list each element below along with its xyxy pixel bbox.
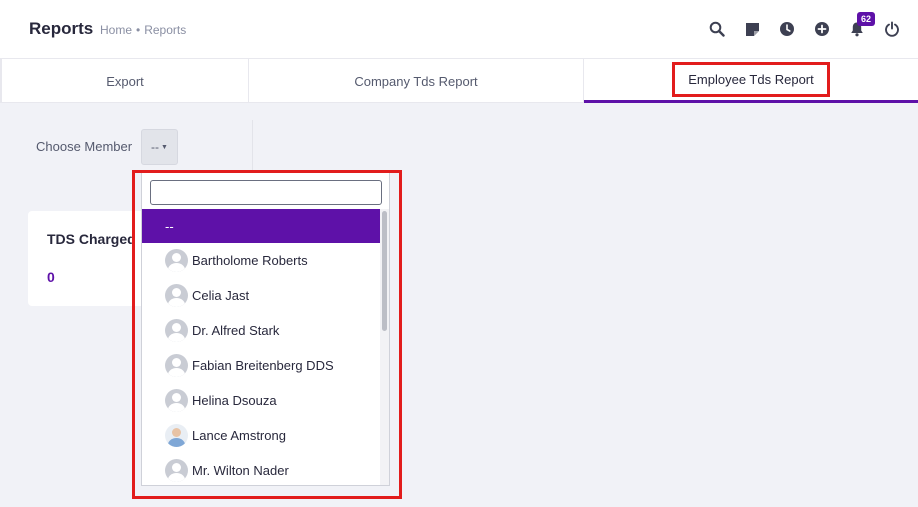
tds-charged-value: 0 xyxy=(47,269,55,285)
tds-charged-title: TDS Charged xyxy=(47,231,136,247)
member-select[interactable]: -- ▼ xyxy=(141,129,178,165)
report-tabs: Export Company Tds Report Employee Tds R… xyxy=(0,59,918,103)
notification-badge: 62 xyxy=(857,12,876,26)
choose-member-label: Choose Member xyxy=(36,139,133,154)
breadcrumb-home[interactable]: Home xyxy=(100,23,132,37)
header-actions: 62 xyxy=(692,12,902,39)
top-bar: Reports Home • Reports 62 xyxy=(0,0,918,59)
page-title: Reports xyxy=(29,19,94,38)
add-circle-icon[interactable] xyxy=(812,19,832,39)
search-icon[interactable] xyxy=(707,19,727,39)
power-icon[interactable] xyxy=(882,19,902,39)
tab-label: Company Tds Report xyxy=(354,73,478,89)
clock-icon[interactable] xyxy=(777,19,797,39)
bell-icon[interactable]: 62 xyxy=(847,12,876,39)
tab-label: Employee Tds Report xyxy=(672,62,830,97)
breadcrumb-separator: • xyxy=(136,23,141,37)
tab-employee-tds-report[interactable]: Employee Tds Report xyxy=(584,59,918,103)
dropdown-highlight-box xyxy=(132,170,402,499)
tab-export[interactable]: Export xyxy=(0,59,249,103)
breadcrumb: Home • Reports xyxy=(100,23,186,37)
tab-company-tds-report[interactable]: Company Tds Report xyxy=(249,59,584,103)
breadcrumb-current: Reports xyxy=(144,23,187,37)
sticky-note-icon[interactable] xyxy=(742,19,762,39)
member-select-value: -- xyxy=(151,140,160,154)
caret-down-icon: ▼ xyxy=(161,143,168,151)
tab-label: Export xyxy=(106,73,144,89)
